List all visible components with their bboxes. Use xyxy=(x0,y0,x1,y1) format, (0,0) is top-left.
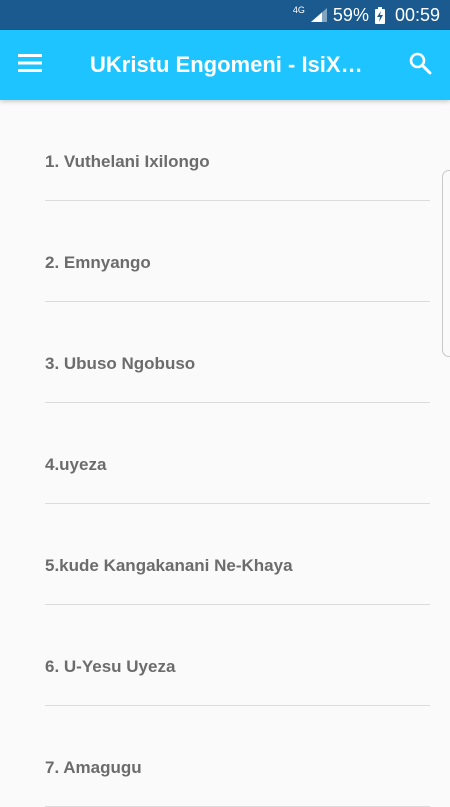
list-item[interactable]: 2. Emnyango xyxy=(45,201,430,302)
battery-charging-icon xyxy=(374,6,385,24)
list-item[interactable]: 3. Ubuso Ngobuso xyxy=(45,302,430,403)
list-item-label: 7. Amagugu xyxy=(45,758,142,777)
list-item-label: 1. Vuthelani Ixilongo xyxy=(45,152,210,171)
search-icon xyxy=(408,51,432,80)
clock: 00:59 xyxy=(394,4,440,25)
list-item-label: 2. Emnyango xyxy=(45,253,151,272)
list-item[interactable]: 1. Vuthelani Ixilongo xyxy=(45,100,430,201)
list-item-label: 6. U-Yesu Uyeza xyxy=(45,657,176,676)
list-item[interactable]: 6. U-Yesu Uyeza xyxy=(45,605,430,706)
edge-panel-handle[interactable] xyxy=(442,170,450,357)
status-bar: 4G 59% 00:59 xyxy=(0,0,450,30)
list-item-label: 3. Ubuso Ngobuso xyxy=(45,354,196,373)
app-toolbar: UKristu Engomeni - IsiX… xyxy=(0,30,450,100)
list-item[interactable]: 5.kude Kangakanani Ne-Khaya xyxy=(45,504,430,605)
song-list: 1. Vuthelani Ixilongo 2. Emnyango 3. Ubu… xyxy=(45,100,430,807)
hamburger-menu-icon xyxy=(18,53,42,77)
app-title: UKristu Engomeni - IsiX… xyxy=(90,52,363,77)
menu-button[interactable] xyxy=(0,30,60,100)
signal-icon xyxy=(310,8,327,22)
network-type: 4G xyxy=(292,5,305,15)
list-item-label: 5.kude Kangakanani Ne-Khaya xyxy=(45,556,293,575)
battery-percent: 59% xyxy=(332,4,369,25)
list-item[interactable]: 4.uyeza xyxy=(45,403,430,504)
list-item-label: 4.uyeza xyxy=(45,455,107,474)
search-button[interactable] xyxy=(390,30,450,100)
list-item[interactable]: 7. Amagugu xyxy=(45,706,430,807)
